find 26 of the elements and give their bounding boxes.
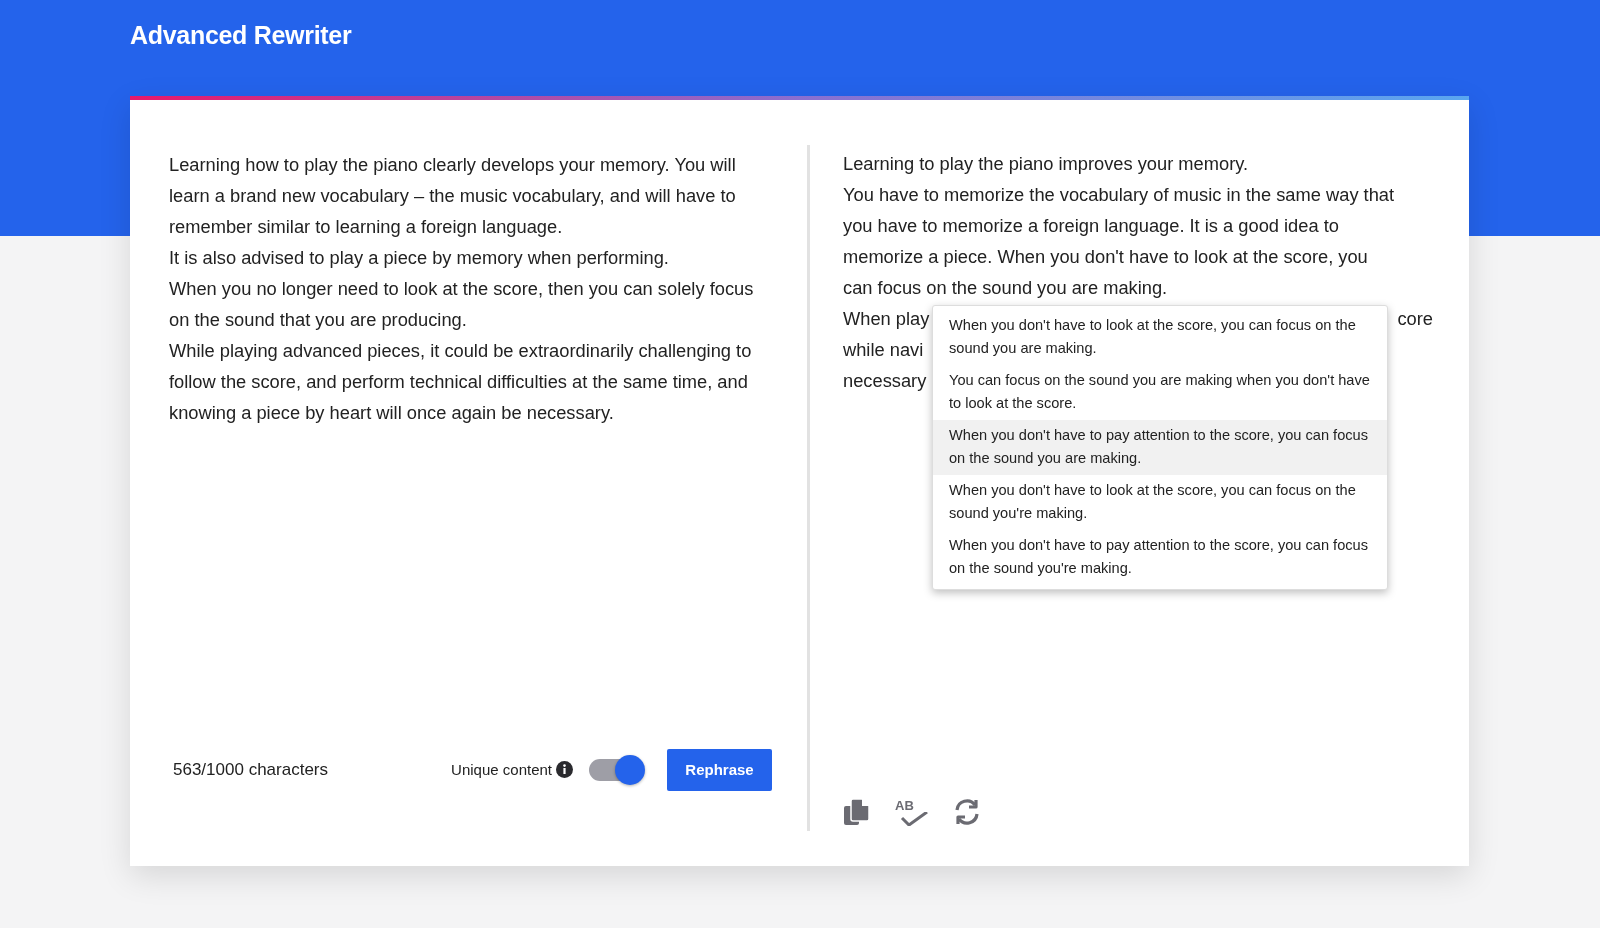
output-text: you have to memorize a foreign language. It is a good idea to xyxy=(843,214,1339,238)
output-text: Learning to play the piano improves your memory. xyxy=(843,152,1249,176)
input-paragraph: While playing advanced pieces, it could be extraordinarily challenging to follow the score, and perform technical difficulties at the same time, and knowing a piece by heart will once again be necessary. xyxy=(169,339,753,425)
suggestion-item[interactable]: When you don't have to pay attention to the score, you can focus on the sound you're making. xyxy=(933,530,1387,585)
info-icon[interactable] xyxy=(556,761,573,779)
suggestion-item[interactable]: You can focus on the sound you are making when you don't have to look at the score. xyxy=(933,365,1387,420)
input-paragraph: When you no longer need to look at the score, then you can solely focus on the sound that you are producing. xyxy=(169,277,755,332)
output-text: You have to memorize the vocabulary of music in the same way that xyxy=(843,183,1395,207)
output-text: necessary xyxy=(843,369,927,393)
output-text: core xyxy=(1397,307,1433,331)
suggestion-item[interactable]: When you don't have to look at the score, you can focus on the sound you're making. xyxy=(933,475,1387,530)
suggestion-item[interactable]: When you don't have to look at the score, you can focus on the sound you are making. xyxy=(933,310,1387,365)
suggestion-item[interactable]: When you don't have to pay attention to the score, you can focus on the sound you are making. xyxy=(933,420,1387,475)
copy-icon[interactable] xyxy=(843,798,871,826)
input-paragraph: Learning how to play the piano clearly develops your memory. You will learn a brand new vocabulary – the music vocabulary, and will have to remember similar to learning a foreign language. xyxy=(169,153,737,239)
spellcheck-button[interactable]: AB xyxy=(895,798,929,826)
character-count: 563/1000 characters xyxy=(173,759,328,781)
app-title: Advanced Rewriter xyxy=(129,20,353,51)
output-text: memorize a piece. When you don't have to look at the score, you xyxy=(843,245,1368,269)
input-paragraph: It is also advised to play a piece by memory when performing. xyxy=(169,246,670,270)
output-text: When play xyxy=(843,307,930,331)
rephrase-button[interactable]: Rephrase xyxy=(667,748,772,791)
refresh-icon[interactable] xyxy=(953,798,981,826)
output-text: while navi xyxy=(843,338,924,362)
unique-content-label: Unique content xyxy=(451,759,552,780)
output-text: can focus on the sound you are making. xyxy=(843,276,1168,300)
